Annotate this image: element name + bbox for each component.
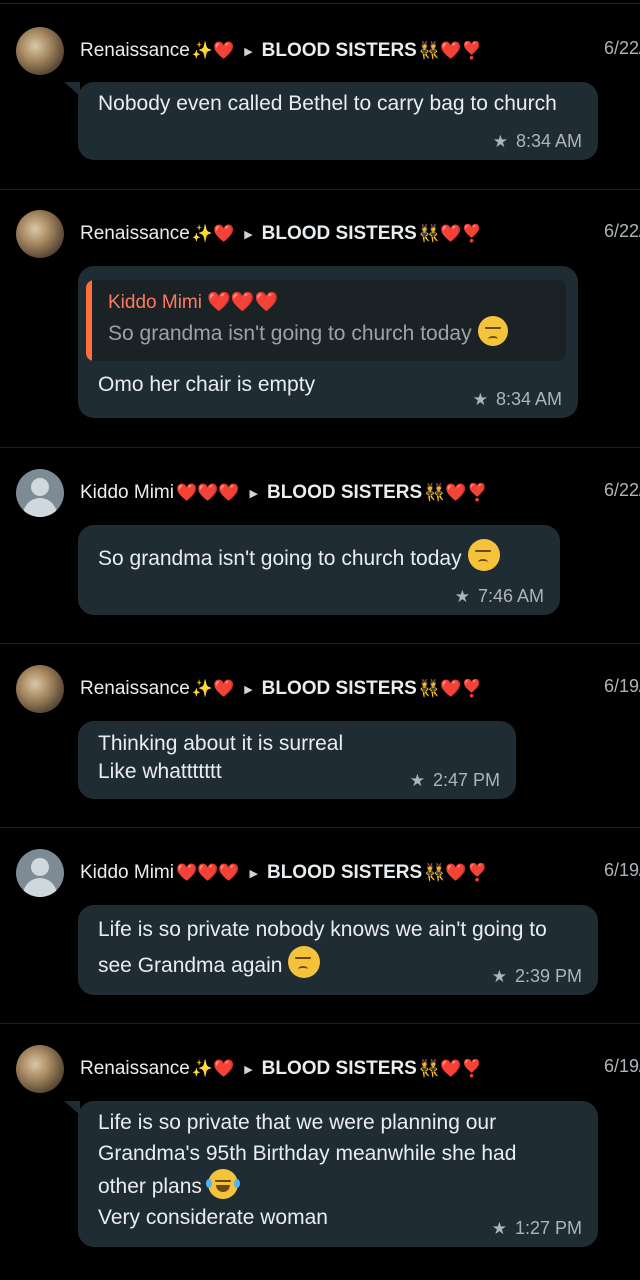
sender-emoji: ✨❤️	[191, 1059, 235, 1079]
bubble-tail	[64, 82, 80, 96]
sender-emoji: ✨❤️	[191, 41, 235, 61]
avatar[interactable]	[16, 849, 64, 897]
message-time: 2:39 PM	[514, 966, 582, 986]
right-triangle-icon: ▶	[244, 45, 253, 58]
divider	[0, 827, 640, 828]
message-bubble[interactable]: Life is so private nobody knows we ain't…	[78, 905, 598, 995]
right-triangle-icon: ▶	[249, 867, 258, 880]
group-name: BLOOD SISTERS	[266, 482, 423, 503]
group-name: BLOOD SISTERS	[261, 1058, 417, 1079]
message-time: 8:34 AM	[495, 389, 562, 409]
message-item[interactable]: Renaissance ✨❤️ ▶ BLOOD SISTERS 👯❤️❣️ 6/…	[0, 210, 640, 448]
message-header: Renaissance ✨❤️ ▶ BLOOD SISTERS 👯❤️❣️	[80, 221, 482, 247]
message-header: Renaissance ✨❤️ ▶ BLOOD SISTERS 👯❤️❣️	[80, 38, 482, 64]
message-meta: ★ 2:39 PM	[492, 966, 582, 987]
avatar[interactable]	[16, 210, 64, 258]
divider	[0, 447, 640, 448]
avatar[interactable]	[16, 469, 64, 517]
message-meta: ★ 7:46 AM	[455, 586, 544, 607]
message-header: Renaissance ✨❤️ ▶ BLOOD SISTERS 👯❤️❣️	[80, 1056, 482, 1082]
message-date: 6/22/	[603, 480, 640, 500]
group-emoji: 👯❤️❣️	[424, 483, 488, 503]
right-triangle-icon: ▶	[249, 487, 258, 500]
star-icon: ★	[492, 131, 508, 151]
sender-emoji: ✨❤️	[191, 679, 235, 699]
pensive-face-emoji	[477, 316, 508, 346]
sender-name: Renaissance	[80, 40, 190, 61]
star-icon: ★	[491, 966, 507, 986]
message-time: 7:46 AM	[477, 586, 544, 606]
right-triangle-icon: ▶	[244, 228, 253, 241]
message-date: 6/19/	[603, 860, 640, 880]
avatar[interactable]	[16, 1045, 64, 1093]
message-header: Kiddo Mimi ❤️❤️❤️ ▶ BLOOD SISTERS 👯❤️❣️	[80, 480, 488, 506]
message-date: 6/22/	[603, 38, 640, 58]
group-emoji: 👯❤️❣️	[418, 224, 483, 244]
avatar[interactable]	[16, 665, 64, 713]
star-icon: ★	[491, 1218, 507, 1238]
message-bubble[interactable]: Thinking about it is surreal Like whattt…	[78, 721, 516, 799]
divider	[0, 1023, 640, 1024]
top-divider	[0, 3, 640, 4]
sender-emoji: ✨❤️	[191, 224, 235, 244]
message-meta: ★ 8:34 AM	[493, 131, 582, 152]
message-date: 6/19/	[603, 676, 640, 696]
message-header: Kiddo Mimi ❤️❤️❤️ ▶ BLOOD SISTERS 👯❤️❣️	[80, 860, 488, 886]
sender-name: Kiddo Mimi	[80, 482, 174, 503]
message-date: 6/22/	[603, 221, 640, 241]
message-item[interactable]: Renaissance ✨❤️ ▶ BLOOD SISTERS 👯❤️❣️ 6/…	[0, 27, 640, 190]
right-triangle-icon: ▶	[244, 683, 253, 696]
group-emoji: 👯❤️❣️	[418, 41, 483, 61]
message-bubble[interactable]: Nobody even called Bethel to carry bag t…	[64, 82, 598, 160]
quote-bar	[86, 280, 92, 361]
group-name: BLOOD SISTERS	[261, 678, 417, 699]
avatar[interactable]	[16, 27, 64, 75]
right-triangle-icon: ▶	[244, 1063, 253, 1076]
sender-name: Renaissance	[80, 223, 190, 244]
message-time: 1:27 PM	[514, 1218, 582, 1238]
message-item[interactable]: Kiddo Mimi ❤️❤️❤️ ▶ BLOOD SISTERS 👯❤️❣️ …	[0, 849, 640, 1024]
quote-sender: Kiddo Mimi ❤️❤️❤️	[108, 292, 279, 313]
quote-text: So grandma isn't going to church today	[108, 316, 552, 349]
message-item[interactable]: Renaissance ✨❤️ ▶ BLOOD SISTERS 👯❤️❣️ 6/…	[0, 665, 640, 828]
message-meta: ★ 2:47 PM	[410, 770, 500, 791]
group-name: BLOOD SISTERS	[266, 862, 423, 883]
sender-emoji: ❤️❤️❤️	[175, 483, 240, 503]
message-meta: ★ 8:34 AM	[473, 389, 562, 410]
message-text: Life is so private that we were planning…	[98, 1111, 523, 1199]
bubble-tail	[64, 1101, 80, 1115]
sender-name: Renaissance	[80, 678, 190, 699]
divider	[0, 643, 640, 644]
message-time: 2:47 PM	[432, 770, 500, 790]
message-bubble[interactable]: Life is so private that we were planning…	[64, 1101, 598, 1247]
message-date: 6/19/	[603, 1056, 640, 1076]
message-meta: ★ 1:27 PM	[492, 1218, 582, 1239]
star-icon: ★	[409, 770, 425, 790]
group-name: BLOOD SISTERS	[261, 40, 417, 61]
message-header: Renaissance ✨❤️ ▶ BLOOD SISTERS 👯❤️❣️	[80, 676, 482, 702]
message-bubble[interactable]: So grandma isn't going to church today ★…	[78, 525, 560, 615]
group-emoji: 👯❤️❣️	[418, 1059, 483, 1079]
face-with-tears-of-joy-emoji	[205, 1169, 240, 1199]
message-item[interactable]: Renaissance ✨❤️ ▶ BLOOD SISTERS 👯❤️❣️ 6/…	[0, 1045, 640, 1280]
sender-name: Kiddo Mimi	[80, 862, 174, 883]
sender-emoji: ❤️❤️❤️	[175, 863, 240, 883]
quoted-message[interactable]: Kiddo Mimi ❤️❤️❤️ So grandma isn't going…	[86, 280, 566, 361]
star-icon: ★	[454, 586, 470, 606]
pensive-face-emoji	[288, 946, 321, 978]
star-icon: ★	[472, 389, 488, 409]
message-text: So grandma isn't going to church today	[98, 525, 540, 573]
message-bubble[interactable]: Kiddo Mimi ❤️❤️❤️ So grandma isn't going…	[78, 266, 578, 418]
divider	[0, 189, 640, 190]
group-name: BLOOD SISTERS	[261, 223, 417, 244]
pensive-face-emoji	[467, 539, 500, 571]
group-emoji: 👯❤️❣️	[424, 863, 488, 883]
message-item[interactable]: Kiddo Mimi ❤️❤️❤️ ▶ BLOOD SISTERS 👯❤️❣️ …	[0, 469, 640, 644]
group-emoji: 👯❤️❣️	[418, 679, 483, 699]
message-text: Nobody even called Bethel to carry bag t…	[98, 92, 557, 115]
sender-name: Renaissance	[80, 1058, 190, 1079]
message-time: 8:34 AM	[515, 131, 582, 151]
